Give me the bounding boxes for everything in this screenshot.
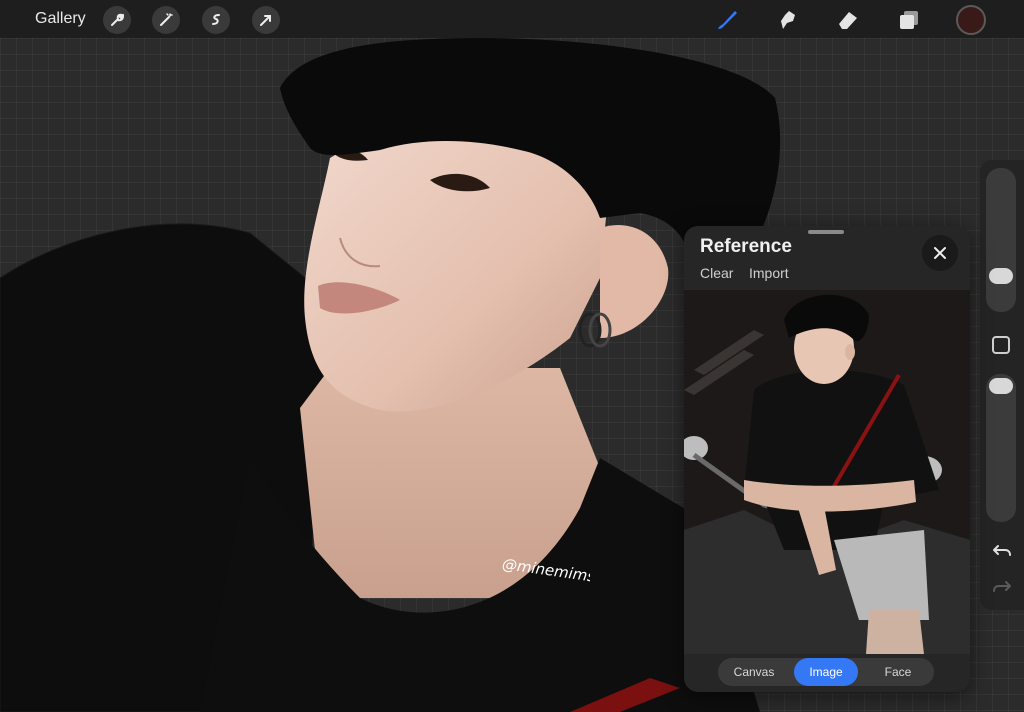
right-sidebar (980, 160, 1024, 610)
import-button[interactable]: Import (749, 265, 789, 281)
layers-icon[interactable] (894, 5, 924, 35)
wrench-icon[interactable] (103, 6, 131, 34)
transform-arrow-icon[interactable] (252, 6, 280, 34)
artist-signature: @minemims (501, 555, 590, 586)
reference-title: Reference (700, 236, 792, 257)
svg-text:@minemims: @minemims (501, 555, 590, 586)
brush-icon[interactable] (712, 5, 742, 35)
redo-icon[interactable] (992, 578, 1012, 601)
undo-icon[interactable] (992, 542, 1012, 565)
magic-wand-icon[interactable] (152, 6, 180, 34)
reference-panel: Reference Clear Import Canvas Image Face (684, 226, 970, 692)
gallery-button[interactable]: Gallery (35, 10, 86, 28)
brush-size-thumb[interactable] (989, 268, 1013, 284)
opacity-thumb[interactable] (989, 378, 1013, 394)
top-toolbar: Gallery (0, 0, 1024, 38)
modify-button[interactable] (992, 336, 1010, 354)
brush-size-slider[interactable] (986, 168, 1016, 312)
panel-drag-handle[interactable] (808, 230, 844, 234)
color-picker-button[interactable] (956, 5, 986, 35)
reference-mode-control: Canvas Image Face (718, 658, 934, 686)
tab-canvas[interactable]: Canvas (718, 658, 790, 686)
close-icon[interactable] (922, 235, 958, 271)
tab-face[interactable]: Face (862, 658, 934, 686)
reference-image (684, 290, 970, 654)
tab-image[interactable]: Image (794, 658, 858, 686)
smudge-icon[interactable] (773, 5, 803, 35)
clear-button[interactable]: Clear (700, 265, 733, 281)
selection-icon[interactable] (202, 6, 230, 34)
eraser-icon[interactable] (833, 5, 863, 35)
opacity-slider[interactable] (986, 374, 1016, 522)
